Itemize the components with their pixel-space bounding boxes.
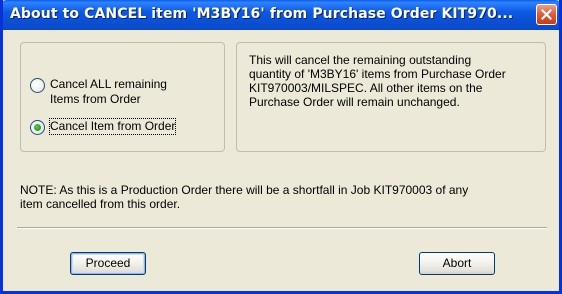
radio-label-cancel-item[interactable]: Cancel Item from Order — [48, 118, 177, 135]
description-line: KIT970003/MILSPEC. All other items on th… — [249, 81, 483, 95]
radio-cancel-item[interactable]: Cancel Item from Order — [30, 118, 177, 135]
description-panel: This will cancel the remaining outstandi… — [236, 42, 546, 152]
abort-button[interactable]: Abort — [419, 252, 495, 275]
radio-cancel-all[interactable]: Cancel ALL remaining Items from Order — [30, 77, 167, 107]
radio-selected-dot — [34, 124, 41, 131]
radio-label-cancel-all-line1: Cancel ALL remaining — [50, 77, 167, 91]
close-button[interactable] — [536, 4, 557, 25]
radio-button-cancel-item[interactable] — [30, 120, 45, 135]
cancel-options-group: Cancel ALL remaining Items from Order Ca… — [20, 42, 225, 152]
divider — [17, 227, 547, 229]
dialog-window: About to CANCEL item 'M3BY16' from Purch… — [0, 0, 562, 294]
proceed-button[interactable]: Proceed — [70, 252, 146, 275]
radio-button-cancel-all[interactable] — [30, 78, 45, 93]
note-line2: item cancelled from this order. — [20, 197, 181, 211]
note-line1: NOTE: As this is a Production Order ther… — [20, 183, 469, 197]
shortfall-note: NOTE: As this is a Production Order ther… — [20, 183, 552, 211]
description-line: This will cancel the remaining outstandi… — [249, 53, 472, 67]
description-line: Purchase Order will remain unchanged. — [249, 95, 460, 109]
radio-label-cancel-all-line2: Items from Order — [50, 92, 141, 106]
description-line: quantity of 'M3BY16' items from Purchase… — [249, 67, 506, 81]
close-x-icon — [541, 9, 552, 20]
window-title: About to CANCEL item 'M3BY16' from Purch… — [10, 6, 514, 22]
description-text: This will cancel the remaining outstandi… — [249, 53, 529, 109]
radio-label-cancel-all[interactable]: Cancel ALL remaining Items from Order — [50, 77, 167, 107]
title-bar[interactable]: About to CANCEL item 'M3BY16' from Purch… — [3, 0, 559, 30]
